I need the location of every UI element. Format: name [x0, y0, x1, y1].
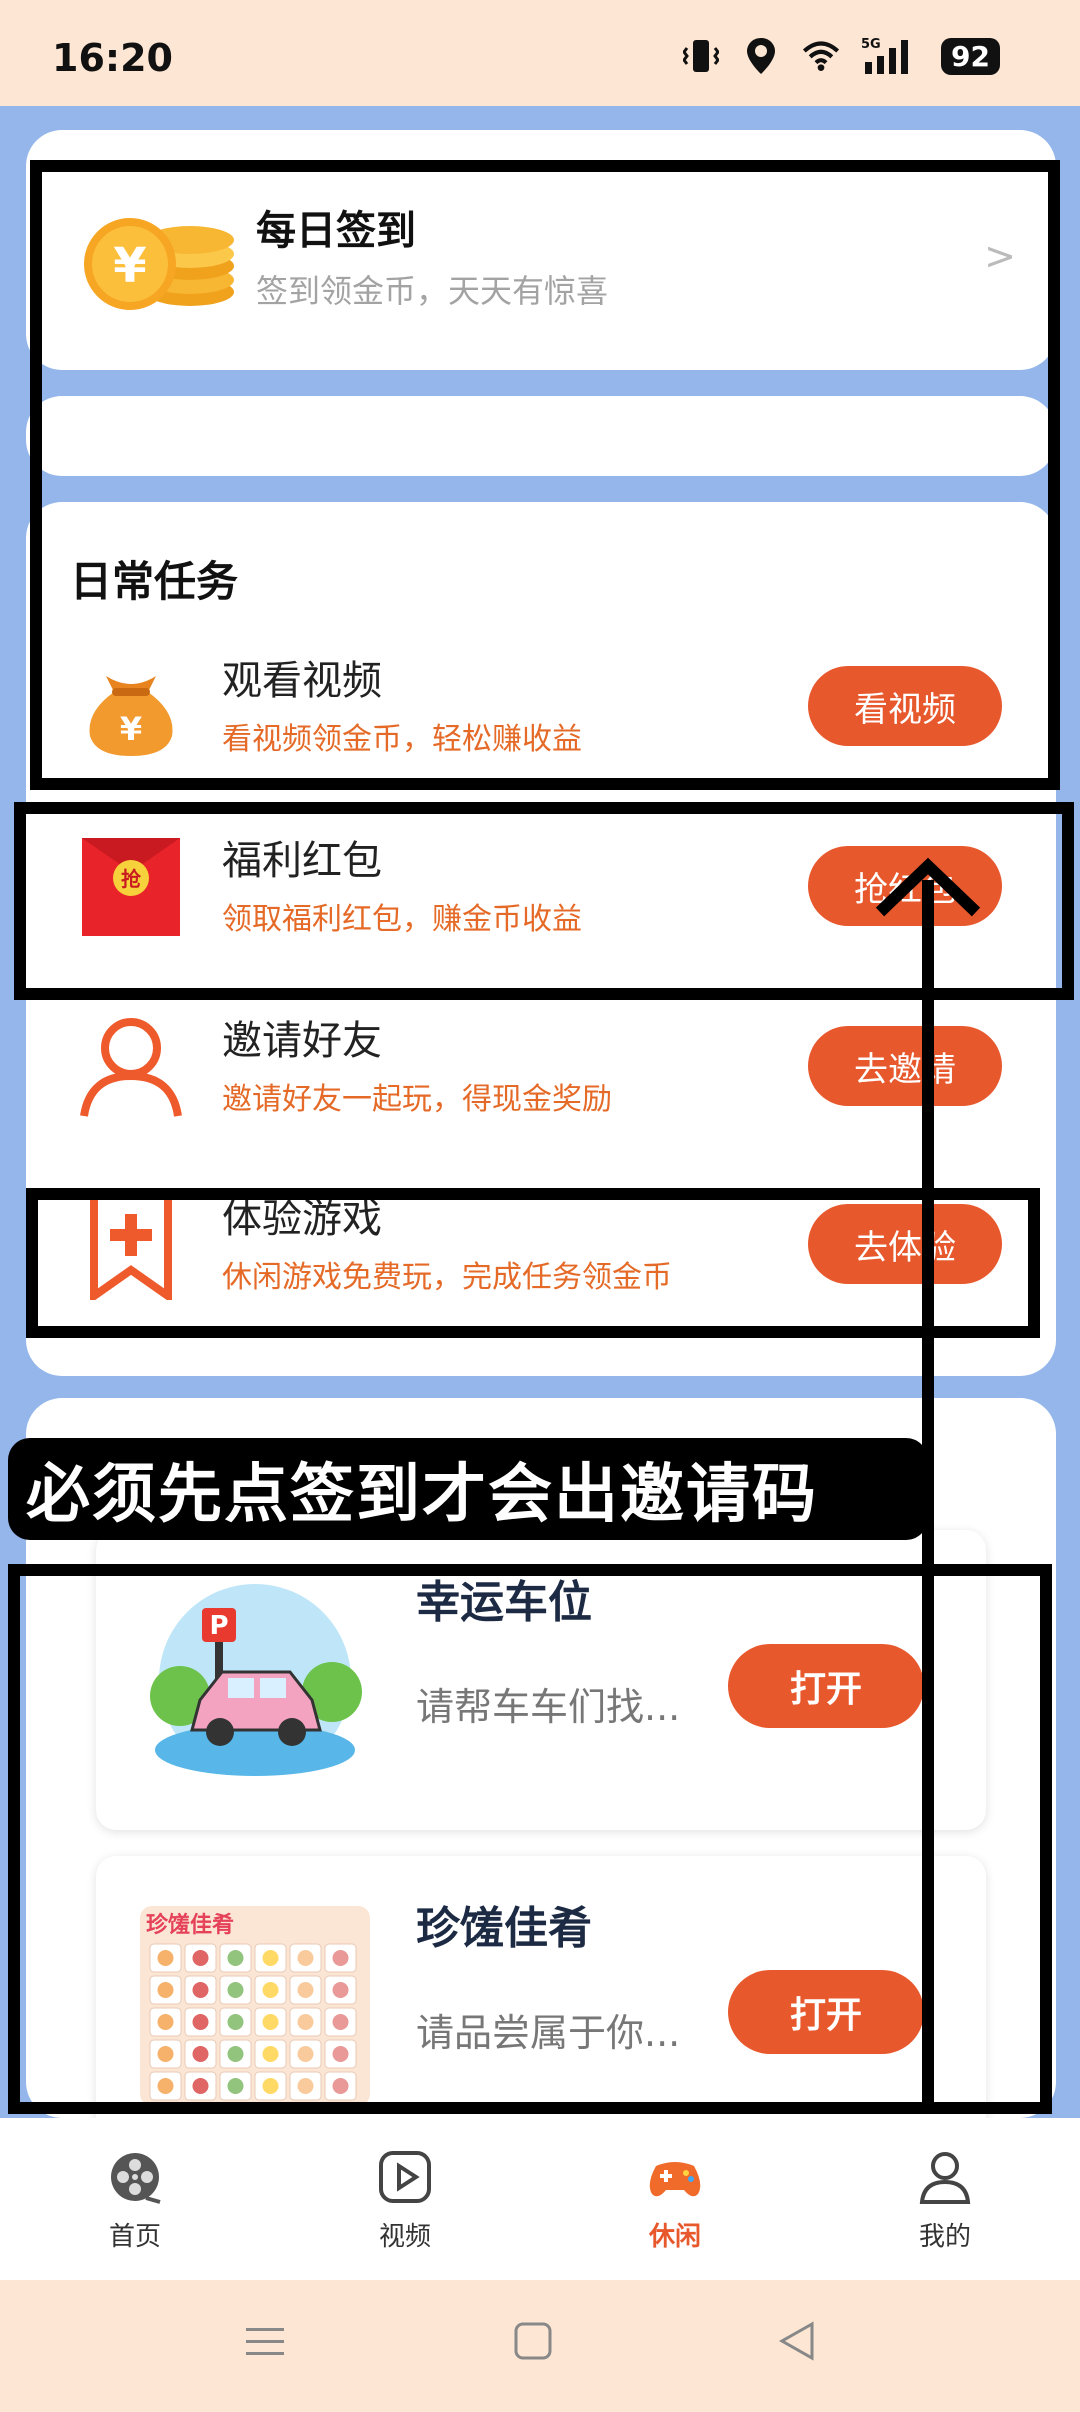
task-desc: 邀请好友一起玩，得现金奖励 [222, 1082, 612, 1117]
svg-text:5G: 5G [861, 37, 881, 52]
annotation-label: 必须先点签到才会出邀请码 [8, 1438, 928, 1540]
status-bar: 16:20 5G 92 [0, 0, 1080, 106]
task-name: 邀请好友 [222, 1018, 382, 1064]
menu-icon[interactable] [244, 2320, 286, 2366]
person-icon [76, 1012, 186, 1122]
system-nav-bar [0, 2280, 1080, 2412]
location-icon [741, 36, 781, 76]
battery-indicator: 92 [941, 37, 1000, 75]
nav-label: 首页 [108, 2222, 161, 2252]
wifi-icon [801, 36, 841, 76]
play-square-icon [376, 2148, 434, 2206]
annotation-box-red-envelope [14, 802, 1074, 1000]
vibrate-icon [681, 36, 721, 76]
bottom-nav: 首页 视频 休闲 我的 [0, 2118, 1080, 2280]
back-triangle-icon[interactable] [776, 2320, 818, 2366]
status-time: 16:20 [52, 36, 173, 80]
task-row-invite-friends: 邀请好友 邀请好友一起玩，得现金奖励 去邀请 [26, 988, 1056, 1148]
nav-label: 视频 [378, 2222, 431, 2252]
nav-item-leisure[interactable]: 休闲 [540, 2118, 810, 2280]
annotation-box-try-game [26, 1188, 1040, 1338]
signal-5g-icon: 5G [861, 36, 915, 76]
nav-item-video[interactable]: 视频 [270, 2118, 540, 2280]
annotation-box-checkin [30, 160, 1060, 790]
home-square-icon[interactable] [512, 2320, 554, 2366]
nav-label: 休闲 [648, 2222, 701, 2252]
nav-label: 我的 [918, 2222, 971, 2252]
nav-item-profile[interactable]: 我的 [810, 2118, 1080, 2280]
nav-item-home[interactable]: 首页 [0, 2118, 270, 2280]
invite-button[interactable]: 去邀请 [808, 1026, 1002, 1106]
user-icon [916, 2148, 974, 2206]
annotation-box-games [8, 1564, 1052, 2114]
film-reel-icon [106, 2148, 164, 2206]
gamepad-icon [646, 2148, 704, 2206]
status-icons: 5G 92 [681, 36, 1000, 76]
